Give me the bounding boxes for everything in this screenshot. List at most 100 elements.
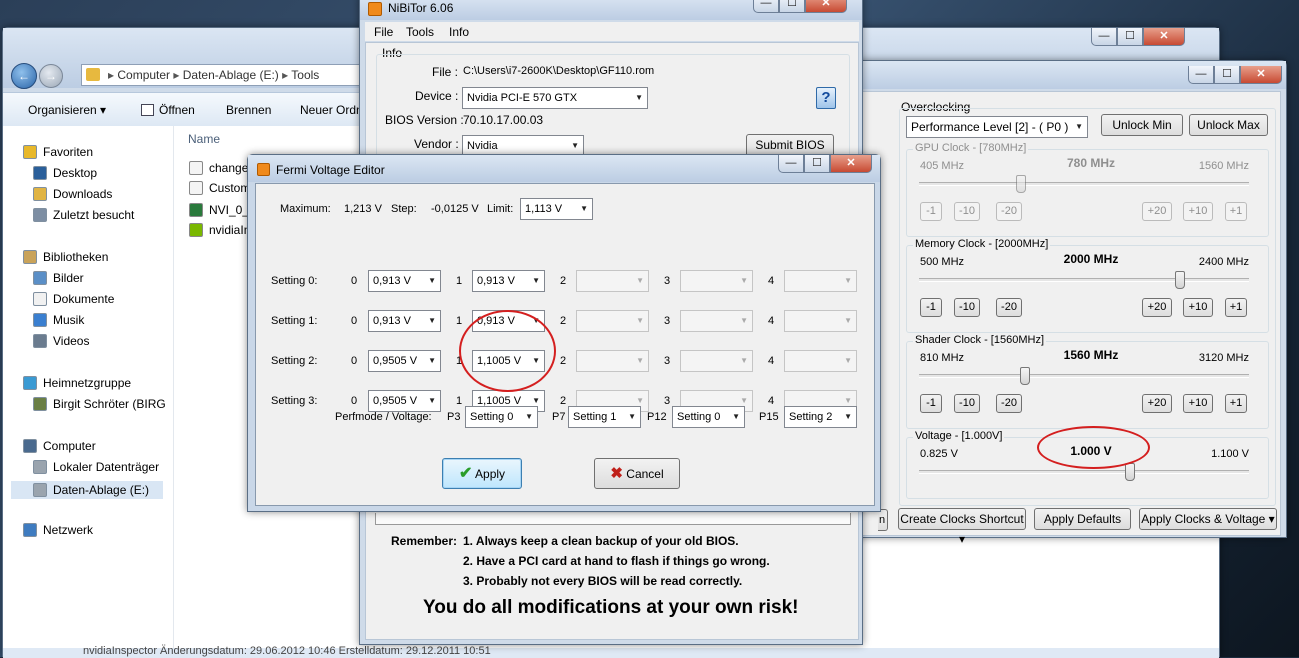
voltage-index-label: 3 <box>664 355 671 367</box>
apply-defaults-button[interactable]: Apply Defaults <box>1034 508 1131 530</box>
gpu-step-button: -20 <box>996 202 1022 221</box>
file-name: nvidiaIn <box>209 223 251 237</box>
nav-item[interactable]: Heimnetzgruppe <box>23 376 131 390</box>
perfmode-select[interactable]: Setting 1 <box>568 406 641 428</box>
nav-item[interactable]: Birgit Schröter (BIRG <box>33 397 166 411</box>
nav-item[interactable]: Dokumente <box>33 292 114 306</box>
apply-button[interactable]: ✔ Apply <box>442 458 522 489</box>
maximize-icon[interactable]: ☐ <box>804 155 830 173</box>
close-icon[interactable]: ✕ <box>1143 28 1185 46</box>
nav-item[interactable]: Netzwerk <box>23 523 93 537</box>
memory-step-button[interactable]: -1 <box>920 298 942 317</box>
file-item[interactable]: NVI_0_2 <box>189 203 256 217</box>
nav-item[interactable]: Lokaler Datenträger <box>33 460 159 474</box>
star-icon <box>23 145 37 159</box>
perfmode-select[interactable]: Setting 0 <box>465 406 538 428</box>
menu-info[interactable]: Info <box>449 25 469 39</box>
shader-step-button[interactable]: -20 <box>996 394 1022 413</box>
setting-label: Setting 1: <box>271 315 318 327</box>
nav-item[interactable]: Bibliotheken <box>23 250 108 264</box>
nav-item[interactable]: Videos <box>33 334 89 348</box>
nav-item-label: Lokaler Datenträger <box>53 460 160 474</box>
close-icon[interactable]: ✕ <box>830 155 872 173</box>
shader-step-button[interactable]: +1 <box>1225 394 1247 413</box>
forward-arrow-icon[interactable]: → <box>39 64 63 88</box>
file-item[interactable]: nvidiaIn <box>189 223 250 237</box>
breadcrumb-tools[interactable]: Tools <box>291 68 319 82</box>
shader-step-button[interactable]: -10 <box>954 394 980 413</box>
nav-item[interactable]: Favoriten <box>23 145 93 159</box>
nav-item-label: Netzwerk <box>43 523 94 537</box>
minimize-icon[interactable]: — <box>753 0 779 13</box>
open-button[interactable]: Öffnen <box>159 103 195 117</box>
shader-slider-thumb[interactable] <box>1019 367 1030 385</box>
memory-step-button[interactable]: +1 <box>1225 298 1247 317</box>
minimize-icon[interactable]: — <box>1091 28 1117 46</box>
file-item[interactable]: change <box>189 161 248 175</box>
voltage-index-label: 4 <box>768 395 775 407</box>
column-header-name[interactable]: Name <box>188 132 220 146</box>
nav-item-label: Heimnetzgruppe <box>43 376 132 390</box>
voltage-select[interactable]: 0,913 V <box>368 270 441 292</box>
burn-button[interactable]: Brennen <box>226 103 271 117</box>
voltage-select[interactable]: 0,9505 V <box>368 350 441 372</box>
setting-label: Setting 0: <box>271 275 318 287</box>
breadcrumb-computer[interactable]: Computer <box>117 68 170 82</box>
maximize-icon[interactable]: ☐ <box>779 0 805 13</box>
memory-step-button[interactable]: +20 <box>1142 298 1172 317</box>
nav-item[interactable]: Daten-Ablage (E:) <box>11 481 163 499</box>
performance-level-select[interactable]: Performance Level [2] - ( P0 ) <box>906 116 1088 138</box>
maximize-icon[interactable]: ☐ <box>1214 66 1240 84</box>
music-icon <box>33 313 47 327</box>
memory-step-button[interactable]: +10 <box>1183 298 1213 317</box>
file-item[interactable]: Custom <box>189 181 250 195</box>
memory-step-button[interactable]: -10 <box>954 298 980 317</box>
create-clocks-shortcut-button[interactable]: Create Clocks Shortcut ▾ <box>898 508 1026 546</box>
shader-step-button[interactable]: -1 <box>920 394 942 413</box>
unlock-min-button[interactable]: Unlock Min <box>1101 114 1183 136</box>
nav-item[interactable]: Computer <box>23 439 96 453</box>
breadcrumb-drive[interactable]: Daten-Ablage (E:) <box>183 68 279 82</box>
apply-clocks-voltage-button[interactable]: Apply Clocks & Voltage ▾ <box>1139 508 1277 530</box>
unlock-max-button[interactable]: Unlock Max <box>1189 114 1268 136</box>
gpu-step-button: -10 <box>954 202 980 221</box>
device-select[interactable]: Nvidia PCI-E 570 GTX <box>462 87 648 109</box>
menu-tools[interactable]: Tools <box>406 25 434 39</box>
perfmode-select[interactable]: Setting 0 <box>672 406 745 428</box>
organize-button[interactable]: Organisieren ▾ <box>28 103 106 117</box>
nav-item[interactable]: Downloads <box>33 187 112 201</box>
nav-item[interactable]: Desktop <box>33 166 97 180</box>
menu-file[interactable]: File <box>374 25 393 39</box>
voltage-slider-thumb[interactable] <box>1125 463 1136 481</box>
close-icon[interactable]: ✕ <box>805 0 847 13</box>
perfmode-select[interactable]: Setting 2 <box>784 406 857 428</box>
memory-step-button[interactable]: -20 <box>996 298 1022 317</box>
voltage-select[interactable]: 0,913 V <box>368 310 441 332</box>
hidden-button-fragment[interactable]: n <box>878 509 888 531</box>
voltage-select[interactable]: 0,913 V <box>472 270 545 292</box>
breadcrumb[interactable]: ▸ Computer ▸ Daten-Ablage (E:) ▸ Tools <box>81 64 381 86</box>
minimize-icon[interactable]: — <box>1188 66 1214 84</box>
nav-item[interactable]: Musik <box>33 313 84 327</box>
maximize-icon[interactable]: ☐ <box>1117 28 1143 46</box>
limit-select[interactable]: 1,113 V <box>520 198 593 220</box>
nav-item-label: Bibliotheken <box>43 250 109 264</box>
nav-item[interactable]: Bilder <box>33 271 84 285</box>
close-icon[interactable]: ✕ <box>1240 66 1282 84</box>
voltage-value: 0,9505 V <box>373 395 418 407</box>
check-icon: ✔ <box>458 465 473 482</box>
help-icon[interactable]: ? <box>816 87 836 109</box>
nav-item-label: Musik <box>53 313 85 327</box>
nav-item[interactable]: Zuletzt besucht <box>33 208 134 222</box>
minimize-icon[interactable]: — <box>778 155 804 173</box>
shader-step-button[interactable]: +20 <box>1142 394 1172 413</box>
voltage-index-label: 0 <box>351 355 358 367</box>
memory-slider-thumb[interactable] <box>1174 271 1185 289</box>
shader-step-button[interactable]: +10 <box>1183 394 1213 413</box>
back-arrow-icon[interactable]: ← <box>11 63 37 89</box>
gpu-min: 405 MHz <box>920 160 965 172</box>
cancel-button[interactable]: ✖ Cancel <box>594 458 680 489</box>
voltage-min: 0.825 V <box>920 448 958 460</box>
voltage-select[interactable]: 0,9505 V <box>368 390 441 412</box>
nibitor-menubar: File Tools Info <box>365 22 859 41</box>
